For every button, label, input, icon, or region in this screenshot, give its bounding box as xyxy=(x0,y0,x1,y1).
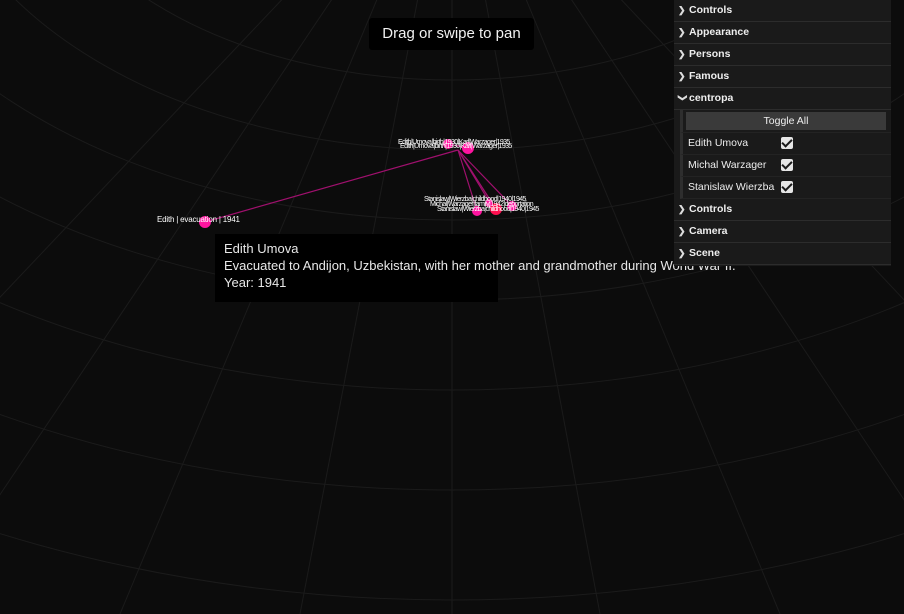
person-checkbox[interactable] xyxy=(781,159,793,171)
folder-label: Scene xyxy=(689,247,720,259)
graph-link xyxy=(204,149,459,223)
chevron-down-icon: ❯ xyxy=(678,94,688,102)
folder-label: Famous xyxy=(689,70,730,82)
folder-label: Appearance xyxy=(689,26,750,38)
person-row-michal-warzager: Michal Warzager xyxy=(680,155,891,177)
person-row-edith-umova: Edith Umova xyxy=(680,133,891,155)
chevron-right-icon: ❯ xyxy=(678,71,686,81)
person-label: Michal Warzager xyxy=(688,159,767,171)
folder-famous[interactable]: ❯ Famous xyxy=(674,66,891,88)
chevron-right-icon: ❯ xyxy=(678,248,686,258)
node-label: Stanislaw|Wierzba|childhood|1940|1945 xyxy=(437,206,539,213)
person-label: Stanislaw Wierzba xyxy=(688,181,775,193)
node-label: Edith | evacuation | 1941 xyxy=(157,215,240,224)
chevron-right-icon: ❯ xyxy=(678,5,686,15)
node-label: Edith|Umova|birth|1930|Karl|Warzager|193… xyxy=(400,143,512,150)
tooltip-year: Year: 1941 xyxy=(224,275,287,290)
person-label: Edith Umova xyxy=(688,137,749,149)
folder-scene[interactable]: ❯ Scene xyxy=(674,243,891,265)
folder-label: Controls xyxy=(689,203,733,215)
person-checkbox[interactable] xyxy=(781,181,793,193)
folder-label: Camera xyxy=(689,225,728,237)
controls-panel: ❯ Controls ❯ Appearance ❯ Persons ❯ Famo… xyxy=(674,0,891,266)
folder-centropa[interactable]: ❯ centropa xyxy=(674,88,891,110)
folder-label: centropa xyxy=(689,92,734,104)
folder-controls-2[interactable]: ❯ Controls xyxy=(674,199,891,221)
graph-nodes xyxy=(199,139,517,228)
chevron-right-icon: ❯ xyxy=(678,204,686,214)
chevron-right-icon: ❯ xyxy=(678,49,686,59)
tooltip-name: Edith Umova xyxy=(224,241,299,256)
folder-controls[interactable]: ❯ Controls xyxy=(674,0,891,22)
folder-persons[interactable]: ❯ Persons xyxy=(674,44,891,66)
node-tooltip: Edith Umova Evacuated to Andijon, Uzbeki… xyxy=(215,234,736,302)
folder-label: Controls xyxy=(689,4,733,16)
folder-camera[interactable]: ❯ Camera xyxy=(674,221,891,243)
pan-hint: Drag or swipe to pan xyxy=(369,18,534,50)
toggle-all-button[interactable]: Toggle All xyxy=(686,112,886,130)
person-row-stanislaw-wierzba: Stanislaw Wierzba xyxy=(680,177,891,199)
chevron-right-icon: ❯ xyxy=(678,226,686,236)
folder-appearance[interactable]: ❯ Appearance xyxy=(674,22,891,44)
chevron-right-icon: ❯ xyxy=(678,27,686,37)
tooltip-description: Evacuated to Andijon, Uzbekistan, with h… xyxy=(224,258,736,273)
toggle-all-row: Toggle All xyxy=(680,110,891,133)
person-checkbox[interactable] xyxy=(781,137,793,149)
folder-label: Persons xyxy=(689,48,731,60)
